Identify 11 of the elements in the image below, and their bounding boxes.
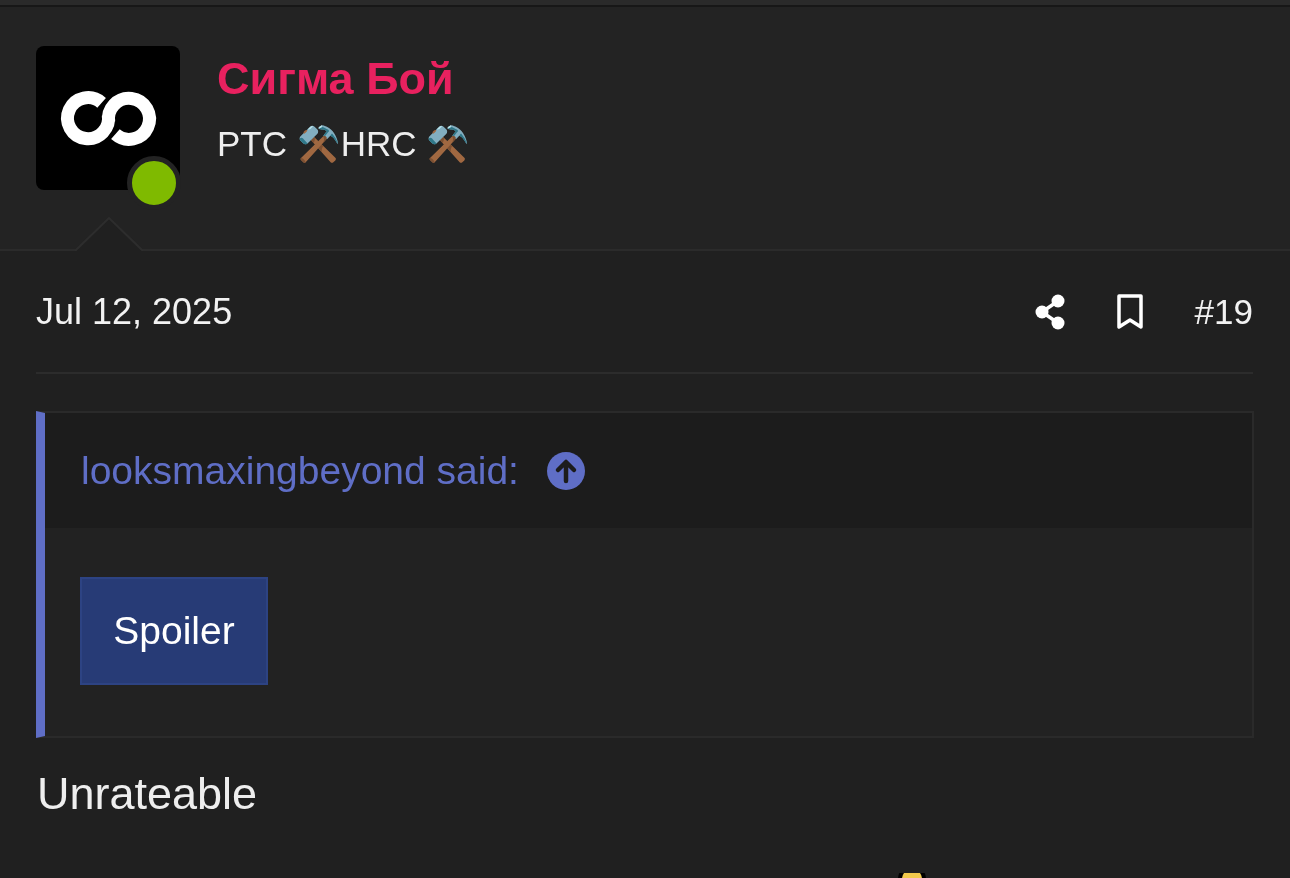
emoji-icon: [896, 873, 928, 878]
post-number-link[interactable]: #19: [1194, 291, 1253, 332]
post-body-text: Unrateable: [37, 768, 259, 820]
share-icon[interactable]: [1033, 293, 1066, 330]
user-title: PTC ⚒HRC ⚒: [217, 124, 471, 164]
arrow-up-icon[interactable]: [546, 451, 585, 490]
quote-author-link[interactable]: looksmaxingbeyond said:: [81, 448, 519, 493]
bookmark-icon[interactable]: [1115, 293, 1144, 330]
spoiler-button[interactable]: Spoiler: [80, 577, 268, 685]
post-date-link[interactable]: Jul 12, 2025: [36, 290, 233, 333]
username-link[interactable]: Сигма Бой: [217, 53, 471, 105]
